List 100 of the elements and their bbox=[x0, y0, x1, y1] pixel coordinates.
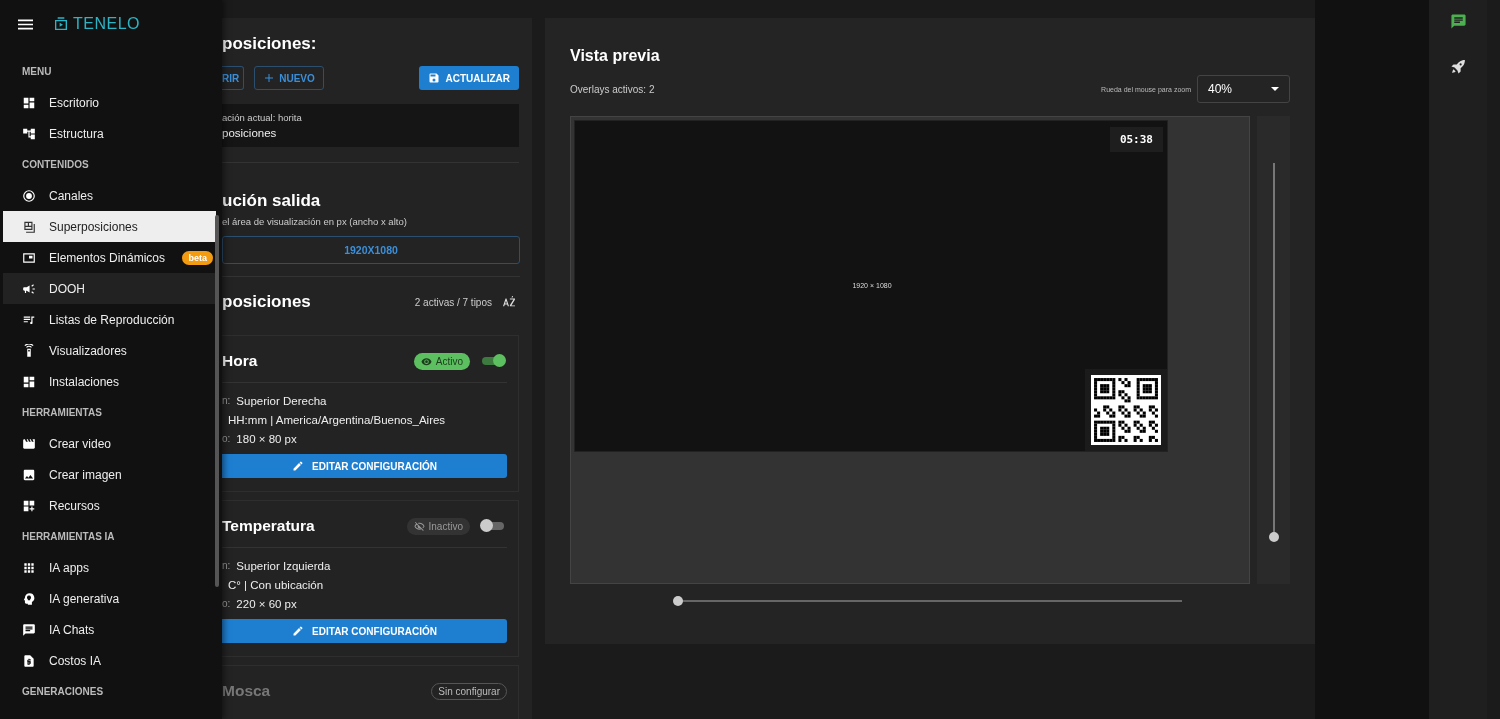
hierarchy-icon bbox=[22, 126, 36, 141]
menu-icon[interactable] bbox=[18, 18, 33, 30]
vertical-zoom-slider[interactable] bbox=[1257, 116, 1290, 584]
sidebar-item-label: IA apps bbox=[49, 560, 90, 575]
section-title: posiciones bbox=[222, 292, 311, 312]
clock-overlay: 05:38 bbox=[1109, 127, 1163, 152]
eye-off-icon bbox=[413, 520, 425, 532]
current-config-value: posiciones bbox=[222, 127, 278, 139]
field-label: n: bbox=[222, 560, 231, 571]
sidebar-item[interactable]: Escritorio bbox=[3, 87, 216, 118]
overlay-name: Temperatura bbox=[222, 517, 315, 535]
preview-title: Vista previa bbox=[570, 47, 661, 65]
sidebar-item-label: Superposiciones bbox=[49, 219, 138, 234]
overlay-name: Hora bbox=[222, 352, 258, 370]
brand-name: TENELO bbox=[73, 15, 140, 33]
sidebar-item[interactable]: DOOH bbox=[3, 273, 216, 304]
sidebar-item-label: Canales bbox=[49, 188, 94, 203]
sort-icon[interactable] bbox=[502, 296, 516, 308]
open-button[interactable]: RIR bbox=[222, 66, 245, 90]
overlay-name: Mosca bbox=[222, 682, 271, 700]
sidebar-item-label: IA generativa bbox=[49, 591, 120, 606]
section-heading: HERRAMIENTAS bbox=[21, 406, 103, 420]
edit-config-button[interactable]: EDITAR CONFIGURACIÓN bbox=[222, 619, 507, 643]
sidebar-item-label: Visualizadores bbox=[49, 343, 127, 358]
field-label: o: bbox=[222, 598, 231, 609]
sidebar-item[interactable]: Superposiciones bbox=[3, 211, 216, 242]
sidebar-item[interactable]: Costos IA bbox=[3, 645, 216, 676]
sidebar-item[interactable]: IA Chats bbox=[3, 614, 216, 645]
scrollbar-thumb[interactable] bbox=[215, 215, 219, 587]
sidebar-item-label: DOOH bbox=[49, 281, 85, 296]
sidebar-item[interactable]: Recursos bbox=[3, 490, 216, 521]
panel-title: posiciones: bbox=[222, 34, 318, 54]
field-label: n: bbox=[222, 395, 231, 406]
sidebar-item[interactable]: Crear video bbox=[3, 428, 216, 459]
sidebar-item-label: Crear video bbox=[49, 436, 112, 451]
sidebar-item[interactable]: Visualizadores bbox=[3, 335, 216, 366]
active-overlays-count: Overlays activos: 2 bbox=[570, 83, 655, 95]
section-heading: HERRAMIENTAS IA bbox=[21, 530, 116, 544]
dashboard-icon bbox=[22, 374, 36, 389]
plus-icon bbox=[263, 72, 276, 84]
overlay-summary: 2 activas / 7 tipos bbox=[414, 296, 492, 308]
caret-icon bbox=[1271, 87, 1279, 91]
sidebar-item[interactable]: Instalaciones bbox=[3, 366, 216, 397]
toggle-switch[interactable] bbox=[482, 522, 504, 530]
apps-icon bbox=[22, 560, 36, 575]
chat-icon bbox=[22, 622, 36, 637]
sidebar-item[interactable]: IA apps bbox=[3, 552, 216, 583]
section-heading: CONTENIDOS bbox=[21, 158, 90, 172]
field-value: 220 × 60 px bbox=[236, 597, 297, 610]
clapperboard-icon bbox=[22, 436, 36, 451]
sidebar-item[interactable]: Crear imagen bbox=[3, 459, 216, 490]
sidebar-item-label: IA Chats bbox=[49, 622, 95, 637]
image-icon bbox=[22, 467, 36, 482]
sidebar-item-label: Instalaciones bbox=[49, 374, 120, 389]
sidebar-item-label: Recursos bbox=[49, 498, 100, 513]
section-subtitle: el área de visualización en px (ancho x alto) bbox=[222, 216, 408, 227]
field-value: Superior Izquierda bbox=[236, 559, 331, 572]
resolution-button[interactable]: 1920X1080 bbox=[222, 236, 520, 264]
sidebar-item[interactable]: Elementos Dinámicos beta bbox=[3, 242, 216, 273]
new-button[interactable]: NUEVO bbox=[254, 66, 324, 90]
current-config-label: ación actual: horita bbox=[222, 112, 303, 123]
update-button[interactable]: ACTUALIZAR bbox=[418, 66, 519, 90]
receipt-icon bbox=[22, 653, 36, 668]
pencil-icon bbox=[292, 625, 305, 637]
sidebar-item-label: Elementos Dinámicos bbox=[49, 250, 166, 265]
pencil-icon bbox=[292, 460, 305, 472]
field-value: HH:mm | America/Argentina/Buenos_Aires bbox=[228, 413, 446, 426]
sidebar-item-label: Crear imagen bbox=[49, 467, 122, 482]
zoom-select[interactable]: 40% bbox=[1197, 75, 1290, 103]
head-bulb-icon bbox=[22, 591, 36, 606]
tv-logo-icon bbox=[53, 16, 69, 32]
save-icon bbox=[427, 72, 440, 84]
sidebar-item[interactable]: Listas de Reproducción bbox=[3, 304, 216, 335]
layers-icon bbox=[22, 219, 36, 234]
qr-code-icon bbox=[1091, 375, 1161, 445]
sidebar-item-label: Escritorio bbox=[49, 95, 99, 110]
dashboard-icon bbox=[22, 95, 36, 110]
field-value: Superior Derecha bbox=[236, 394, 327, 407]
toggle-switch[interactable] bbox=[482, 357, 504, 365]
sidebar-item[interactable]: Canales bbox=[3, 180, 216, 211]
sidebar-item[interactable]: IA generativa bbox=[3, 583, 216, 614]
radio-icon bbox=[22, 188, 36, 203]
status-chip: Activo bbox=[413, 352, 470, 370]
rocket-icon[interactable] bbox=[1449, 58, 1467, 75]
field-value: C° | Con ubicación bbox=[228, 578, 324, 591]
status-chip: Inactivo bbox=[406, 517, 470, 535]
sidebar-item-label: Listas de Reproducción bbox=[49, 312, 175, 327]
sidebar-item[interactable]: Estructura bbox=[3, 118, 216, 149]
window-icon bbox=[22, 250, 36, 265]
sidebar-item-label: Estructura bbox=[49, 126, 104, 141]
beta-badge: beta bbox=[182, 250, 213, 265]
edit-config-button[interactable]: EDITAR CONFIGURACIÓN bbox=[222, 454, 507, 478]
eye-icon bbox=[420, 355, 432, 367]
grid-plus-icon bbox=[22, 498, 36, 513]
field-value: 180 × 80 px bbox=[236, 432, 297, 445]
chat-icon[interactable] bbox=[1449, 13, 1467, 30]
section-heading: MENU bbox=[21, 65, 53, 79]
section-title: ución salida bbox=[222, 191, 322, 211]
section-heading: GENERACIONES bbox=[21, 685, 105, 699]
sidebar-item-label: Costos IA bbox=[49, 653, 102, 668]
